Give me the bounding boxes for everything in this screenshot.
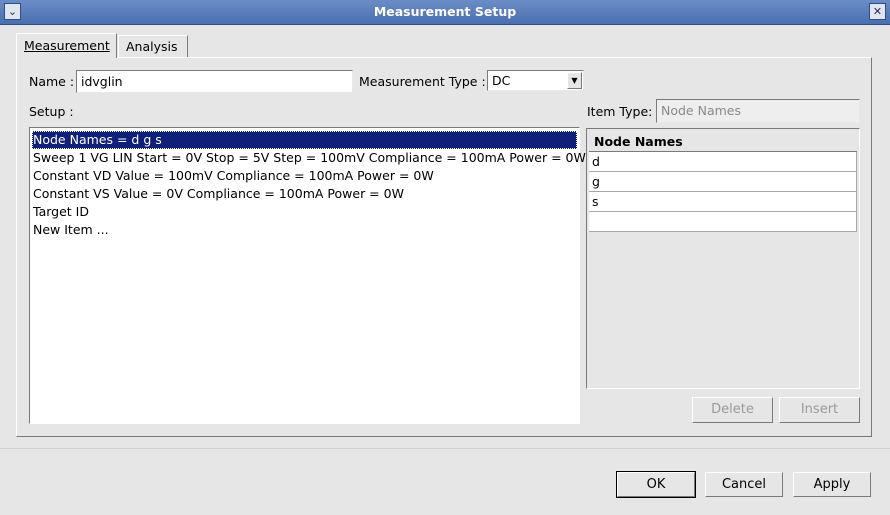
insert-button[interactable]: Insert [779, 397, 860, 423]
name-field[interactable]: idvglin [76, 70, 353, 93]
close-icon[interactable]: ✕ [869, 3, 886, 20]
table-row[interactable]: s [589, 192, 857, 212]
window-title: Measurement Setup [373, 4, 517, 19]
tab-label: Analysis [126, 39, 178, 54]
measurement-type-label: Measurement Type : [359, 74, 486, 89]
table-row[interactable] [589, 212, 857, 232]
table-row[interactable]: d [589, 152, 857, 172]
cancel-button[interactable]: Cancel [705, 472, 783, 497]
measurement-type-select[interactable]: DC ▼ [487, 70, 584, 91]
table-header: Node Names [589, 131, 857, 152]
list-item[interactable]: Node Names = d g s [32, 131, 577, 149]
apply-button[interactable]: Apply [793, 472, 871, 497]
list-item[interactable]: Target ID [32, 203, 577, 221]
tab-label: Measurement [24, 38, 110, 53]
list-item[interactable]: Constant VD Value = 100mV Compliance = 1… [32, 167, 577, 185]
list-item[interactable]: New Item ... [32, 221, 577, 239]
chevron-down-icon[interactable]: ▼ [567, 72, 582, 89]
title-bar: ⌄ Measurement Setup ✕ [0, 0, 890, 25]
measurement-type-value: DC [492, 73, 511, 88]
delete-button[interactable]: Delete [692, 397, 773, 423]
node-names-table[interactable]: Node Names d g s [586, 128, 860, 389]
list-item[interactable]: Sweep 1 VG LIN Start = 0V Stop = 5V Step… [32, 149, 586, 167]
ok-button[interactable]: OK [616, 471, 696, 498]
name-label: Name : [29, 74, 75, 89]
tab-measurement[interactable]: Measurement [16, 33, 117, 58]
setup-list[interactable]: Node Names = d g s Sweep 1 VG LIN Start … [29, 127, 586, 424]
table-row[interactable]: g [589, 172, 857, 192]
divider [0, 448, 890, 449]
list-item[interactable]: Constant VS Value = 0V Compliance = 100m… [32, 185, 577, 203]
tab-analysis[interactable]: Analysis [118, 35, 188, 58]
setup-label: Setup : [29, 104, 74, 119]
item-type-label: Item Type: [587, 104, 653, 119]
item-type-field: Node Names [656, 99, 860, 123]
